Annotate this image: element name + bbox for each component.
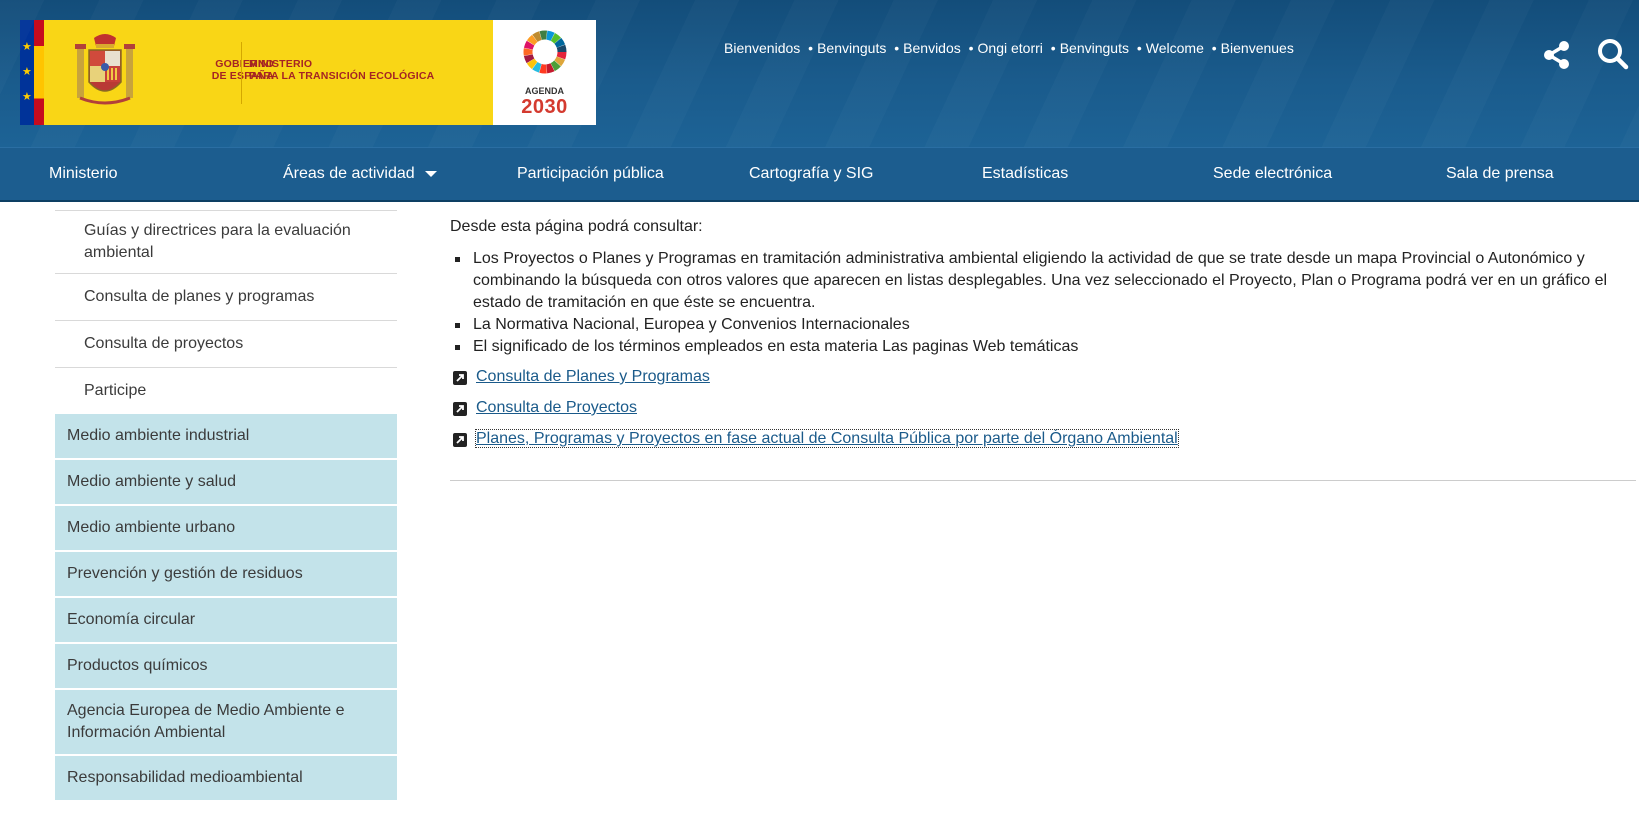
bullet-item: El significado de los términos empleados… [450,336,1639,358]
language-separator: • [894,40,900,56]
nav-item-label: Cartografía y SIG [749,165,874,182]
sidebar-item-residuos[interactable]: Prevención y gestión de residuos [55,552,397,598]
link-row: Planes, Programas y Proyectos en fase ac… [450,428,1639,459]
link-consulta-proyectos[interactable]: Consulta de Proyectos [476,399,637,416]
nav-item-areas-de-actividad[interactable]: Áreas de actividad [283,148,437,200]
language-selector: Bienvenidos • Benvinguts • Benvidos • Ongi … [724,40,1294,56]
intro-text: Desde esta página podrá consultar: [450,218,703,235]
language-link-fr[interactable]: Bienvenues [1221,40,1294,56]
main-content: Desde esta página podrá consultar: Los P… [450,217,1639,459]
language-separator: • [1211,40,1217,56]
sdg-wheel-icon [523,30,567,74]
eu-spain-flag-icon: ★ ★ ★ [20,20,44,125]
sidebar-item-label: Responsabilidad medioambiental [67,769,303,786]
sidebar-item-medio-ambiente-industrial[interactable]: Medio ambiente industrial [55,414,397,460]
agenda-label: AGENDA [524,86,564,96]
language-separator: • [1050,40,1056,56]
language-separator: • [808,40,814,56]
sidebar-item-label: Medio ambiente urbano [67,519,236,536]
sidebar-subitem-guias[interactable]: Guías y directrices para la evaluación a… [55,210,397,274]
nav-item-label: Sede electrónica [1213,165,1333,182]
ministry-name: MINISTERIO PARA LA TRANSICIÓN ECOLÓGICA [249,58,489,82]
nav-item-label: Áreas de actividad [283,165,415,182]
sidebar-item-economia-circular[interactable]: Economía circular [55,598,397,644]
nav-item-label: Sala de prensa [1446,165,1554,182]
sidebar-item-label: Agencia Europea de Medio Ambiente e Info… [67,702,345,741]
star-icon: ★ [22,41,32,53]
sidebar-subitem-consulta-proyectos[interactable]: Consulta de proyectos [55,321,397,368]
bullet-item: Los Proyectos o Planes y Programas en tr… [450,248,1639,314]
nav-item-cartografia-sig[interactable]: Cartografía y SIG [749,148,874,200]
star-icon: ★ [22,66,32,78]
nav-item-sede-electronica[interactable]: Sede electrónica [1213,148,1332,200]
language-link-ca[interactable]: Benvinguts [817,40,886,56]
content-divider [450,480,1636,481]
bullet-list: Los Proyectos o Planes y Programas en tr… [450,248,1639,358]
sidebar-menu: Guías y directrices para la evaluación a… [55,210,397,800]
sidebar-item-medio-ambiente-salud[interactable]: Medio ambiente y salud [55,460,397,506]
external-link-icon [453,402,467,416]
language-link-es[interactable]: Bienvenidos [724,40,800,56]
site-header: ★ ★ ★ GOBIERNO DE ESPAÑA MINISTERIO PARA… [0,0,1639,147]
sidebar-subitem-consulta-planes[interactable]: Consulta de planes y programas [55,274,397,321]
nav-item-label: Participación pública [517,165,664,182]
language-link-va[interactable]: Benvinguts [1060,40,1129,56]
language-link-gl[interactable]: Benvidos [903,40,961,56]
nav-item-sala-de-prensa[interactable]: Sala de prensa [1446,148,1554,200]
sidebar-item-agencia-europea[interactable]: Agencia Europea de Medio Ambiente e Info… [55,690,397,756]
sidebar-item-label: Economía circular [67,611,196,628]
link-row: Consulta de Planes y Programas [450,366,1639,397]
sidebar-subitem-label: Consulta de planes y programas [84,288,315,305]
agenda-2030-logo[interactable]: AGENDA 2030 [493,20,596,125]
link-consulta-planes-programas[interactable]: Consulta de Planes y Programas [476,368,710,385]
main-navigation: Ministerio Áreas de actividad Participac… [0,147,1639,202]
sidebar-item-label: Medio ambiente y salud [67,473,236,490]
language-separator: • [1136,40,1142,56]
link-list: Consulta de Planes y Programas Consulta … [450,366,1639,459]
external-link-icon [453,433,467,447]
sidebar-subitem-label: Participe [84,382,147,399]
sidebar-item-label: Prevención y gestión de residuos [67,565,303,582]
logo-divider [241,42,242,104]
eu-flag: ★ ★ ★ [20,20,34,125]
nav-item-participacion-publica[interactable]: Participación pública [517,148,664,200]
sidebar-item-productos-quimicos[interactable]: Productos químicos [55,644,397,690]
language-separator: • [968,40,974,56]
nav-item-label: Ministerio [49,165,118,182]
external-link-icon [453,371,467,385]
sidebar-item-medio-ambiente-urbano[interactable]: Medio ambiente urbano [55,506,397,552]
star-icon: ★ [22,91,32,103]
sidebar-item-label: Productos químicos [67,657,208,674]
sidebar-subitem-participe[interactable]: Participe [55,368,397,414]
link-row: Consulta de Proyectos [450,397,1639,428]
coat-of-arms-icon [75,34,135,105]
nav-item-label: Estadísticas [982,165,1069,182]
government-logo[interactable]: GOBIERNO DE ESPAÑA MINISTERIO PARA LA TR… [44,20,493,125]
language-link-en[interactable]: Welcome [1146,40,1204,56]
caret-down-icon [424,170,437,177]
ministry-line-1: MINISTERIO [249,58,313,70]
ministry-line-2: PARA LA TRANSICIÓN ECOLÓGICA [249,70,435,82]
agenda-year: 2030 [521,96,568,118]
nav-item-estadisticas[interactable]: Estadísticas [982,148,1068,200]
sidebar-subitem-label: Consulta de proyectos [84,335,244,352]
sidebar-item-responsabilidad[interactable]: Responsabilidad medioambiental [55,756,397,800]
share-icon[interactable] [1542,40,1572,70]
bullet-item: La Normativa Nacional, Europea y Conveni… [450,314,1639,336]
link-consulta-publica[interactable]: Planes, Programas y Proyectos en fase ac… [475,429,1179,448]
sidebar-subitem-label: Guías y directrices para la evaluación a… [84,222,351,261]
language-link-eu[interactable]: Ongi etorri [978,40,1043,56]
nav-item-ministerio[interactable]: Ministerio [49,148,117,200]
sidebar-item-label: Medio ambiente industrial [67,427,250,444]
search-icon[interactable] [1597,38,1629,70]
